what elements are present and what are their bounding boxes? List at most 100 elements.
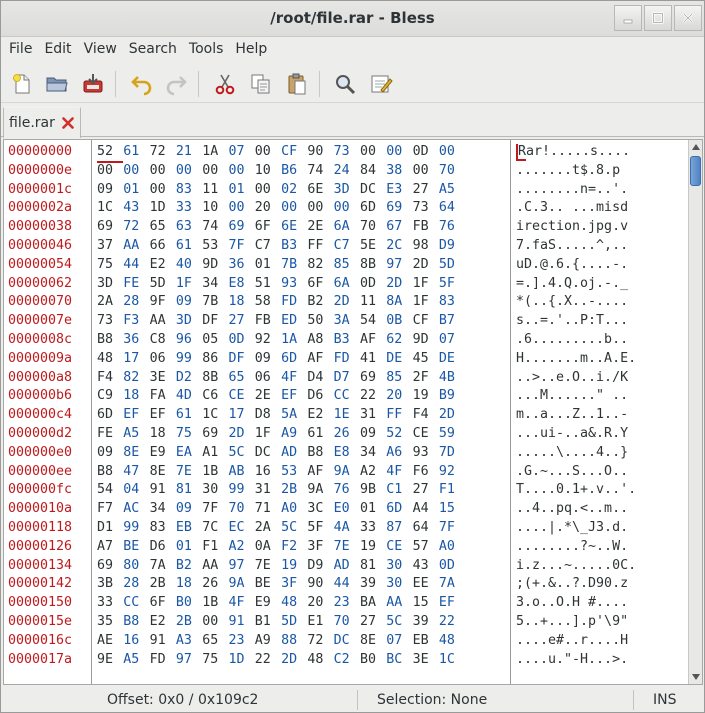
hex-byte[interactable]: 1A: [281, 331, 307, 349]
scroll-down-button[interactable]: [689, 670, 702, 684]
hex-byte[interactable]: D9: [439, 237, 465, 255]
hex-byte[interactable]: 90: [307, 575, 333, 593]
hex-byte[interactable]: 8B: [360, 256, 386, 274]
hex-byte[interactable]: 33: [176, 199, 202, 217]
ascii-row[interactable]: s..=.'..P:T...: [516, 312, 628, 330]
hex-byte[interactable]: 00: [97, 162, 123, 180]
hex-byte[interactable]: 7E: [176, 463, 202, 481]
hex-byte[interactable]: 2A: [255, 519, 281, 537]
hex-byte[interactable]: EB: [413, 632, 439, 650]
hex-byte[interactable]: 20: [255, 199, 281, 217]
hex-byte[interactable]: F7: [97, 500, 123, 518]
hex-byte[interactable]: 3E: [413, 651, 439, 669]
hex-byte[interactable]: 91: [228, 613, 254, 631]
ascii-row[interactable]: .G.~...S...O..: [516, 463, 628, 481]
hex-byte[interactable]: 69: [386, 199, 412, 217]
hex-byte[interactable]: 1F: [176, 275, 202, 293]
hex-byte[interactable]: 61: [176, 406, 202, 424]
hex-byte[interactable]: 27: [413, 181, 439, 199]
hex-byte[interactable]: EF: [439, 594, 465, 612]
hex-byte[interactable]: AA: [150, 312, 176, 330]
hex-byte[interactable]: 1B: [202, 594, 228, 612]
hex-row[interactable]: 3B 28 2B 18 26 9A BE 3F 90 44 39 30 EE 7A: [97, 575, 465, 593]
hex-byte[interactable]: 4A: [334, 519, 360, 537]
hex-byte[interactable]: FB: [413, 218, 439, 236]
hex-byte[interactable]: 4D: [176, 387, 202, 405]
hex-byte[interactable]: 43: [123, 199, 149, 217]
hex-byte[interactable]: FE: [123, 275, 149, 293]
hex-byte[interactable]: 93: [281, 275, 307, 293]
hex-byte[interactable]: 8B: [202, 369, 228, 387]
hex-byte[interactable]: 2D: [439, 406, 465, 424]
hex-byte[interactable]: 66: [150, 237, 176, 255]
hex-byte[interactable]: 2C: [386, 237, 412, 255]
hex-byte[interactable]: 5D: [150, 275, 176, 293]
hex-byte[interactable]: CE: [413, 425, 439, 443]
hex-byte[interactable]: 7E: [334, 538, 360, 556]
hex-byte[interactable]: E1: [307, 613, 333, 631]
hex-byte[interactable]: 80: [123, 557, 149, 575]
hex-byte[interactable]: 11: [202, 181, 228, 199]
hex-byte[interactable]: 2D: [228, 425, 254, 443]
hex-byte[interactable]: 52: [97, 143, 124, 163]
hex-byte[interactable]: AF: [360, 331, 386, 349]
hex-byte[interactable]: 00: [386, 143, 412, 161]
hex-byte[interactable]: 33: [360, 519, 386, 537]
hex-byte[interactable]: B0: [360, 651, 386, 669]
hex-byte[interactable]: 44: [334, 575, 360, 593]
hex-row[interactable]: AE 16 91 A3 65 23 A9 88 72 DC 8E 07 EB 48: [97, 632, 465, 650]
hex-byte[interactable]: 19: [281, 557, 307, 575]
hex-byte[interactable]: 10: [255, 162, 281, 180]
hex-byte[interactable]: 45: [413, 350, 439, 368]
hex-byte[interactable]: BE: [123, 538, 149, 556]
hex-byte[interactable]: 1F: [413, 293, 439, 311]
hex-byte[interactable]: 73: [334, 143, 360, 161]
hex-row[interactable]: 35 B8 E2 2B 00 91 B1 5D E1 70 27 5C 39 22: [97, 613, 465, 631]
hex-byte[interactable]: A8: [307, 331, 333, 349]
hex-byte[interactable]: 37: [97, 237, 123, 255]
hex-byte[interactable]: 27: [360, 613, 386, 631]
hex-byte[interactable]: AB: [228, 463, 254, 481]
hex-byte[interactable]: 35: [97, 613, 123, 631]
ascii-row[interactable]: ..4..pq.<..m..: [516, 500, 628, 518]
hex-byte[interactable]: 00: [307, 199, 333, 217]
hex-byte[interactable]: 06: [255, 369, 281, 387]
hex-byte[interactable]: 09: [176, 500, 202, 518]
hex-byte[interactable]: 75: [202, 651, 228, 669]
hex-byte[interactable]: FB: [255, 312, 281, 330]
hex-byte[interactable]: 17: [123, 350, 149, 368]
hex-byte[interactable]: 0D: [413, 143, 439, 161]
hex-byte[interactable]: CE: [228, 387, 254, 405]
hex-byte[interactable]: EF: [281, 387, 307, 405]
hex-byte[interactable]: FF: [307, 237, 333, 255]
hex-byte[interactable]: 52: [386, 425, 412, 443]
ascii-row[interactable]: .C.3.. ...misd: [516, 199, 628, 217]
hex-byte[interactable]: 11: [360, 293, 386, 311]
hex-byte[interactable]: 3C: [307, 500, 333, 518]
hex-byte[interactable]: 5A: [281, 406, 307, 424]
menu-file[interactable]: File: [3, 37, 38, 63]
hex-byte[interactable]: B3: [334, 331, 360, 349]
hex-byte[interactable]: 4F: [228, 594, 254, 612]
hex-byte[interactable]: 22: [439, 613, 465, 631]
hex-byte[interactable]: 4F: [281, 369, 307, 387]
hex-byte[interactable]: C1: [386, 481, 412, 499]
hex-byte[interactable]: D9: [307, 557, 333, 575]
hex-byte[interactable]: 18: [123, 387, 149, 405]
hex-byte[interactable]: 7F: [228, 237, 254, 255]
hex-byte[interactable]: 18: [176, 575, 202, 593]
hex-byte[interactable]: 61: [176, 237, 202, 255]
hex-byte[interactable]: F3: [123, 312, 149, 330]
hex-row[interactable]: 2A 28 9F 09 7B 18 58 FD B2 2D 11 8A 1F 83: [97, 293, 465, 311]
hex-byte[interactable]: B8: [123, 613, 149, 631]
hex-byte[interactable]: 1D: [228, 651, 254, 669]
hex-byte[interactable]: 23: [228, 632, 254, 650]
hex-byte[interactable]: 61: [123, 143, 149, 161]
hex-byte[interactable]: 64: [413, 519, 439, 537]
hex-byte[interactable]: E0: [334, 500, 360, 518]
hex-byte[interactable]: 1B: [202, 463, 228, 481]
hex-byte[interactable]: 00: [228, 162, 254, 180]
hex-byte[interactable]: 21: [176, 143, 202, 161]
hex-byte[interactable]: AA: [123, 237, 149, 255]
hex-byte[interactable]: E2: [150, 613, 176, 631]
